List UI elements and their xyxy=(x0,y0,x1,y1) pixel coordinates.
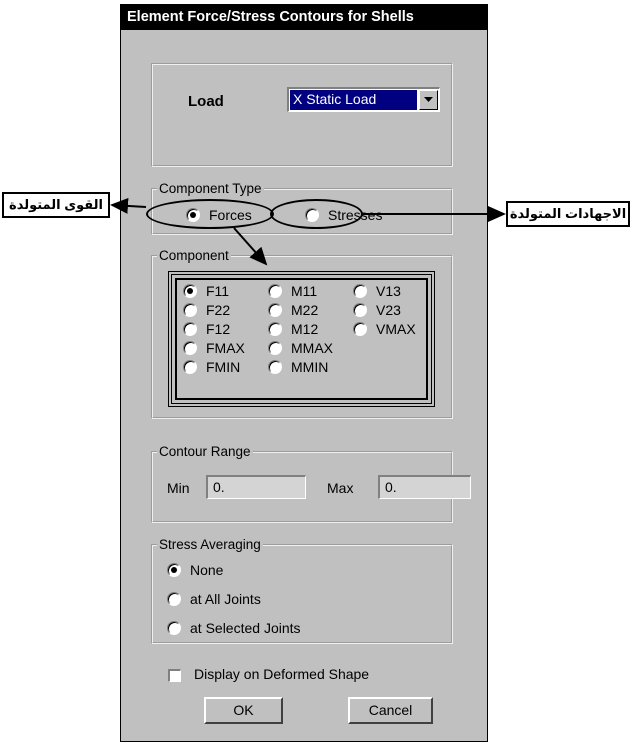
radio-all-joints[interactable]: at All Joints xyxy=(167,591,261,607)
min-label: Min xyxy=(167,480,190,496)
radio-dot-icon xyxy=(353,284,367,298)
radio-dot-icon xyxy=(305,208,319,222)
component-type-group: Component Type Forces Stresses xyxy=(151,180,453,235)
radio-fmax[interactable]: FMAX xyxy=(183,340,245,356)
radio-dot-icon xyxy=(167,592,181,606)
radio-label: V23 xyxy=(376,302,401,318)
min-input[interactable]: 0. xyxy=(206,475,306,499)
cancel-button[interactable]: Cancel xyxy=(348,697,433,724)
stress-averaging-legend: Stress Averaging xyxy=(157,536,263,553)
max-label: Max xyxy=(327,480,354,496)
radio-dot-icon xyxy=(268,341,282,355)
radio-m12[interactable]: M12 xyxy=(268,321,318,337)
radio-label: F12 xyxy=(206,321,231,337)
radio-label: M11 xyxy=(291,283,318,299)
radio-dot-icon xyxy=(186,208,200,222)
radio-label: V13 xyxy=(376,283,401,299)
radio-vmax[interactable]: VMAX xyxy=(353,321,416,337)
radio-v13[interactable]: V13 xyxy=(353,283,401,299)
radio-selected-joints[interactable]: at Selected Joints xyxy=(167,620,301,636)
radio-label: MMAX xyxy=(291,340,333,356)
display-deformed-label: Display on Deformed Shape xyxy=(194,666,370,682)
radio-label: M12 xyxy=(291,321,319,337)
forces-callout: القوى المتولدة xyxy=(2,192,110,218)
radio-forces-label: Forces xyxy=(209,207,252,223)
radio-dot-icon xyxy=(167,563,181,577)
component-type-legend: Component Type xyxy=(157,180,264,197)
dialog-title: Element Force/Stress Contours for Shells xyxy=(121,5,487,30)
radio-label: FMAX xyxy=(206,340,245,356)
stresses-callout: الاجهادات المتولدة xyxy=(506,201,630,227)
radio-v23[interactable]: V23 xyxy=(353,302,401,318)
component-legend: Component xyxy=(157,247,231,264)
display-deformed-checkbox[interactable] xyxy=(168,669,181,682)
radio-m22[interactable]: M22 xyxy=(268,302,318,318)
stress-averaging-group: Stress Averaging None at All Joints at S… xyxy=(151,536,453,644)
radio-dot-icon xyxy=(167,621,181,635)
contour-range-group: Contour Range Min 0. Max 0. xyxy=(151,443,471,523)
radio-dot-icon xyxy=(183,322,197,336)
radio-f12[interactable]: F12 xyxy=(183,321,230,337)
load-select[interactable]: X Static Load xyxy=(287,87,440,112)
radio-label: at All Joints xyxy=(190,591,261,607)
radio-label: F11 xyxy=(206,283,230,299)
load-select-value: X Static Load xyxy=(290,90,417,110)
radio-dot-icon xyxy=(183,284,197,298)
radio-fmin[interactable]: FMIN xyxy=(183,359,240,375)
load-frame: Load X Static Load xyxy=(151,63,453,167)
radio-label: None xyxy=(190,562,224,578)
radio-f22[interactable]: F22 xyxy=(183,302,230,318)
radio-f11[interactable]: F11 xyxy=(183,283,229,299)
chevron-down-icon[interactable] xyxy=(419,90,438,110)
radio-dot-icon xyxy=(353,322,367,336)
component-group: Component F11 F22 F12 FMAX FMIN M11 M22 … xyxy=(151,247,453,419)
radio-dot-icon xyxy=(183,360,197,374)
load-label: Load xyxy=(188,93,224,110)
radio-forces[interactable]: Forces xyxy=(186,207,252,223)
radio-label: M22 xyxy=(291,302,319,318)
radio-m11[interactable]: M11 xyxy=(268,283,317,299)
radio-dot-icon xyxy=(268,303,282,317)
radio-mmax[interactable]: MMAX xyxy=(268,340,333,356)
radio-none[interactable]: None xyxy=(167,562,223,578)
radio-label: FMIN xyxy=(206,359,241,375)
shell-contours-dialog: Element Force/Stress Contours for Shells… xyxy=(120,4,488,742)
contour-range-legend: Contour Range xyxy=(157,443,253,460)
radio-dot-icon xyxy=(353,303,367,317)
max-input[interactable]: 0. xyxy=(378,475,471,499)
radio-stresses[interactable]: Stresses xyxy=(305,207,382,223)
radio-dot-icon xyxy=(268,322,282,336)
radio-dot-icon xyxy=(183,303,197,317)
radio-label: MMIN xyxy=(291,359,329,375)
radio-dot-icon xyxy=(268,284,282,298)
radio-stresses-label: Stresses xyxy=(328,207,383,223)
radio-dot-icon xyxy=(268,360,282,374)
radio-label: at Selected Joints xyxy=(190,620,301,636)
ok-button[interactable]: OK xyxy=(204,697,283,724)
radio-dot-icon xyxy=(183,341,197,355)
radio-mmin[interactable]: MMIN xyxy=(268,359,328,375)
radio-label: F22 xyxy=(206,302,231,318)
radio-label: VMAX xyxy=(376,321,416,337)
